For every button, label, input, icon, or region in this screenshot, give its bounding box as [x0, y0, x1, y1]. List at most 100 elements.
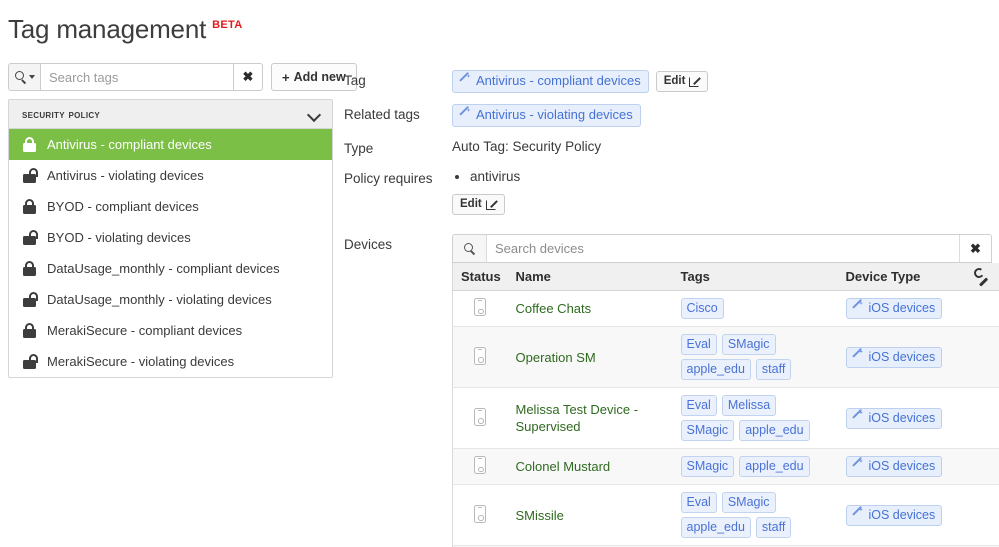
tag-pill-antivirus-compliant[interactable]: Antivirus - compliant devices — [452, 70, 649, 93]
sidebar-item-label: DataUsage_monthly - violating devices — [47, 291, 272, 308]
lock-closed-icon — [23, 137, 36, 152]
tag-pill[interactable]: apple_edu — [739, 420, 809, 441]
cell-status — [453, 388, 508, 449]
sidebar-item-label: DataUsage_monthly - compliant devices — [47, 260, 280, 277]
device-type-pill[interactable]: iOS devices — [846, 505, 943, 526]
tag-list: Cisco — [681, 298, 830, 319]
tag-pill[interactable]: Eval — [681, 492, 717, 513]
sidebar-item-label: MerakiSecure - violating devices — [47, 353, 234, 370]
detail-value-related-tags: Antivirus - violating devices — [452, 104, 992, 127]
sidebar-item-antivirus-compliant[interactable]: Antivirus - compliant devices — [9, 129, 332, 160]
edit-policy-button[interactable]: Edit — [452, 194, 505, 215]
lock-closed-icon — [23, 261, 36, 276]
pencil-square-icon — [689, 76, 700, 87]
tag-pill-label: Antivirus - compliant devices — [476, 73, 641, 89]
column-header-device-type[interactable]: Device Type — [838, 263, 966, 291]
tag-pill[interactable]: SMagic — [681, 420, 735, 441]
device-name-link[interactable]: Coffee Chats — [516, 301, 592, 316]
tag-pill[interactable]: staff — [756, 359, 791, 380]
lock-open-icon — [23, 292, 36, 307]
cell-name: Colonel Mustard — [508, 449, 673, 485]
device-search-input[interactable] — [487, 235, 959, 262]
sidebar-item-byod-violating[interactable]: BYOD - violating devices — [9, 222, 332, 253]
tag-list: SMagic apple_edu — [681, 456, 830, 477]
tag-list-panel: Security policy Antivirus - compliant de… — [8, 99, 333, 378]
tag-pill[interactable]: apple_edu — [739, 456, 809, 477]
edit-tag-button[interactable]: Edit — [656, 71, 709, 92]
tag-pill[interactable]: Melissa — [722, 395, 776, 416]
device-type-pill[interactable]: iOS devices — [846, 298, 943, 319]
tag-search-clear-button[interactable]: ✖ — [233, 63, 263, 91]
column-header-name[interactable]: Name — [508, 263, 673, 291]
phone-icon — [474, 298, 486, 316]
table-row[interactable]: Coffee Chats Cisco iOS devices — [453, 291, 999, 327]
sidebar-item-datausage-violating[interactable]: DataUsage_monthly - violating devices — [9, 284, 332, 315]
detail-label-devices: Devices — [344, 234, 452, 253]
cell-status — [453, 327, 508, 388]
tag-group-header[interactable]: Security policy — [9, 100, 332, 129]
cell-device-type: iOS devices — [838, 327, 966, 388]
tag-pill[interactable]: apple_edu — [681, 359, 751, 380]
chevron-down-icon[interactable] — [309, 109, 320, 120]
lock-open-icon — [23, 230, 36, 245]
sidebar-item-datausage-compliant[interactable]: DataUsage_monthly - compliant devices — [9, 253, 332, 284]
policy-requirements-block: antivirus Edit — [452, 168, 520, 215]
type-value: Auto Tag: Security Policy — [452, 138, 601, 156]
magic-wand-icon — [852, 412, 864, 424]
detail-row-devices: Devices ✖ Status Name Tags D — [344, 234, 992, 547]
wrench-icon[interactable] — [974, 268, 987, 281]
tag-pill[interactable]: Cisco — [681, 298, 724, 319]
tag-management-page: Tag managementBETA ✖ + Add new Security … — [0, 0, 999, 547]
magic-wand-icon — [852, 460, 864, 472]
device-name-link[interactable]: SMissile — [516, 508, 564, 523]
tag-sidebar: ✖ + Add new Security policy Antivirus - … — [8, 63, 333, 378]
cell-name: SMissile — [508, 485, 673, 546]
tag-pill[interactable]: Eval — [681, 334, 717, 355]
phone-icon — [474, 456, 486, 474]
sidebar-item-byod-compliant[interactable]: BYOD - compliant devices — [9, 191, 332, 222]
tag-search-input[interactable] — [40, 63, 233, 91]
tag-pill[interactable]: apple_edu — [681, 517, 751, 538]
devices-table: Status Name Tags Device Type — [452, 263, 999, 547]
sidebar-item-merakisecure-violating[interactable]: MerakiSecure - violating devices — [9, 346, 332, 377]
phone-icon — [474, 347, 486, 365]
table-row[interactable]: Melissa Test Device - Supervised Eval Me… — [453, 388, 999, 449]
device-type-pill[interactable]: iOS devices — [846, 347, 943, 368]
device-name-link[interactable]: Melissa Test Device - Supervised — [516, 402, 639, 434]
cell-tools — [966, 291, 999, 327]
search-icon — [15, 71, 27, 83]
tag-pill[interactable]: SMagic — [722, 492, 776, 513]
table-header-row: Status Name Tags Device Type — [453, 263, 999, 291]
device-name-link[interactable]: Operation SM — [516, 350, 596, 365]
tag-pill-antivirus-violating[interactable]: Antivirus - violating devices — [452, 104, 641, 127]
device-search-clear-button[interactable]: ✖ — [959, 235, 991, 262]
phone-icon — [474, 408, 486, 426]
tag-pill[interactable]: Eval — [681, 395, 717, 416]
tag-pill[interactable]: staff — [756, 517, 791, 538]
policy-requirement-item: antivirus — [470, 168, 520, 186]
cell-tags: Cisco — [673, 291, 838, 327]
detail-row-tag: Tag Antivirus - compliant devices Edit — [344, 70, 992, 93]
magic-wand-icon — [852, 509, 864, 521]
cell-name: Melissa Test Device - Supervised — [508, 388, 673, 449]
sidebar-item-antivirus-violating[interactable]: Antivirus - violating devices — [9, 160, 332, 191]
sidebar-item-label: Antivirus - violating devices — [47, 167, 204, 184]
search-filter-dropdown[interactable] — [8, 63, 40, 91]
table-row[interactable]: Operation SM Eval SMagic apple_edu staff — [453, 327, 999, 388]
table-row[interactable]: SMissile Eval SMagic apple_edu staff — [453, 485, 999, 546]
cell-device-type: iOS devices — [838, 449, 966, 485]
device-type-pill[interactable]: iOS devices — [846, 408, 943, 429]
column-header-status[interactable]: Status — [453, 263, 508, 291]
tag-pill[interactable]: SMagic — [681, 456, 735, 477]
table-row[interactable]: Colonel Mustard SMagic apple_edu — [453, 449, 999, 485]
lock-open-icon — [23, 168, 36, 183]
detail-label-tag: Tag — [344, 70, 452, 89]
device-type-pill[interactable]: iOS devices — [846, 456, 943, 477]
tag-pill[interactable]: SMagic — [722, 334, 776, 355]
detail-label-type: Type — [344, 138, 452, 157]
sidebar-item-merakisecure-compliant[interactable]: MerakiSecure - compliant devices — [9, 315, 332, 346]
sidebar-item-label: MerakiSecure - compliant devices — [47, 322, 242, 339]
device-type-label: iOS devices — [869, 300, 936, 316]
column-header-tags[interactable]: Tags — [673, 263, 838, 291]
device-name-link[interactable]: Colonel Mustard — [516, 459, 611, 474]
